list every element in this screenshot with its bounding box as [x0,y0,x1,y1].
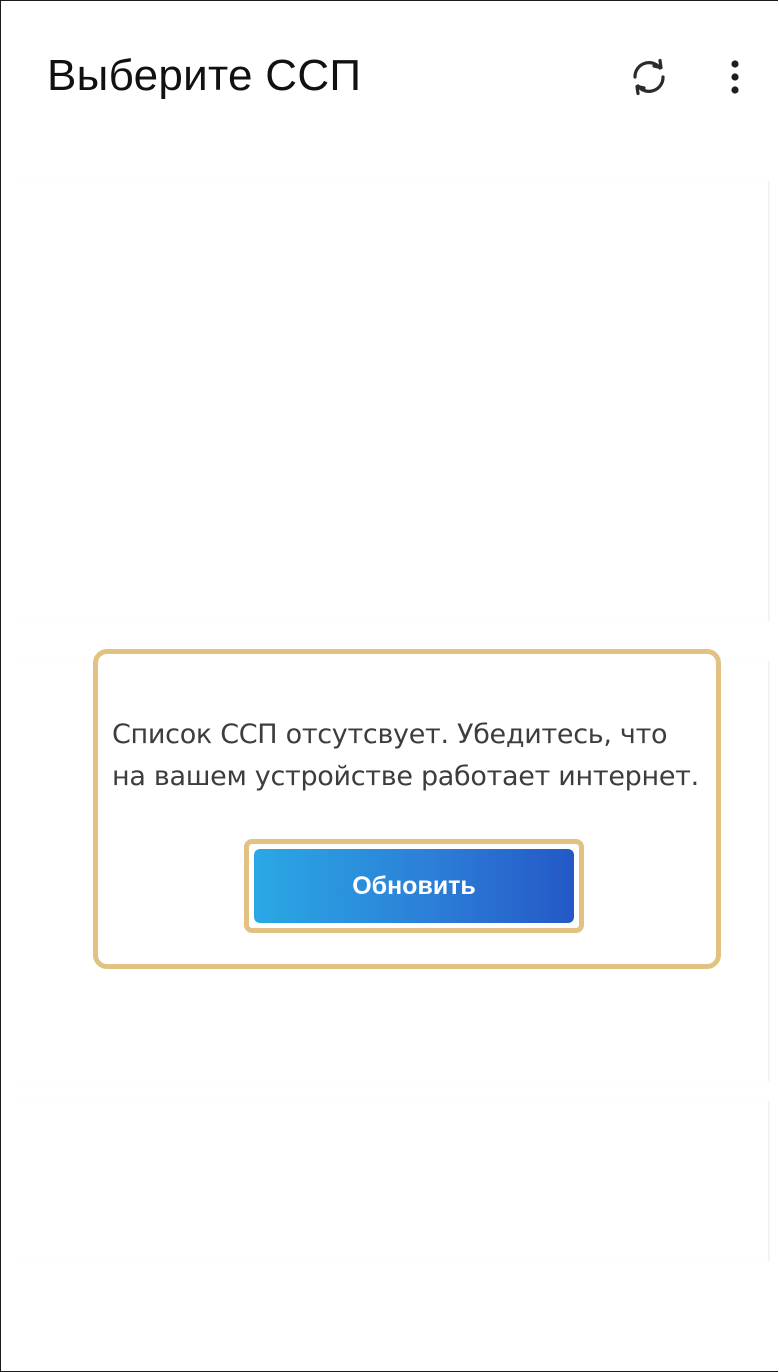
page-title: Выберите ССП [47,51,362,100]
top-app-bar: Выберите ССП [1,1,778,161]
refresh-action-button[interactable]: Обновить [254,849,574,923]
refresh-icon [627,55,671,104]
app-screen: Выберите ССП Список ССП отсутсвует. Убед… [0,0,778,1372]
empty-list-message-box: Список ССП отсутсвует. Убедитесь, что на… [93,649,721,969]
refresh-button-highlight: Обновить [244,839,584,933]
background-card [11,1101,769,1261]
more-options-button[interactable] [713,51,757,107]
background-card [11,181,769,621]
refresh-button[interactable] [619,51,679,107]
empty-list-message: Список ССП отсутсвует. Убедитесь, что на… [112,719,699,792]
more-vertical-icon [729,57,741,102]
